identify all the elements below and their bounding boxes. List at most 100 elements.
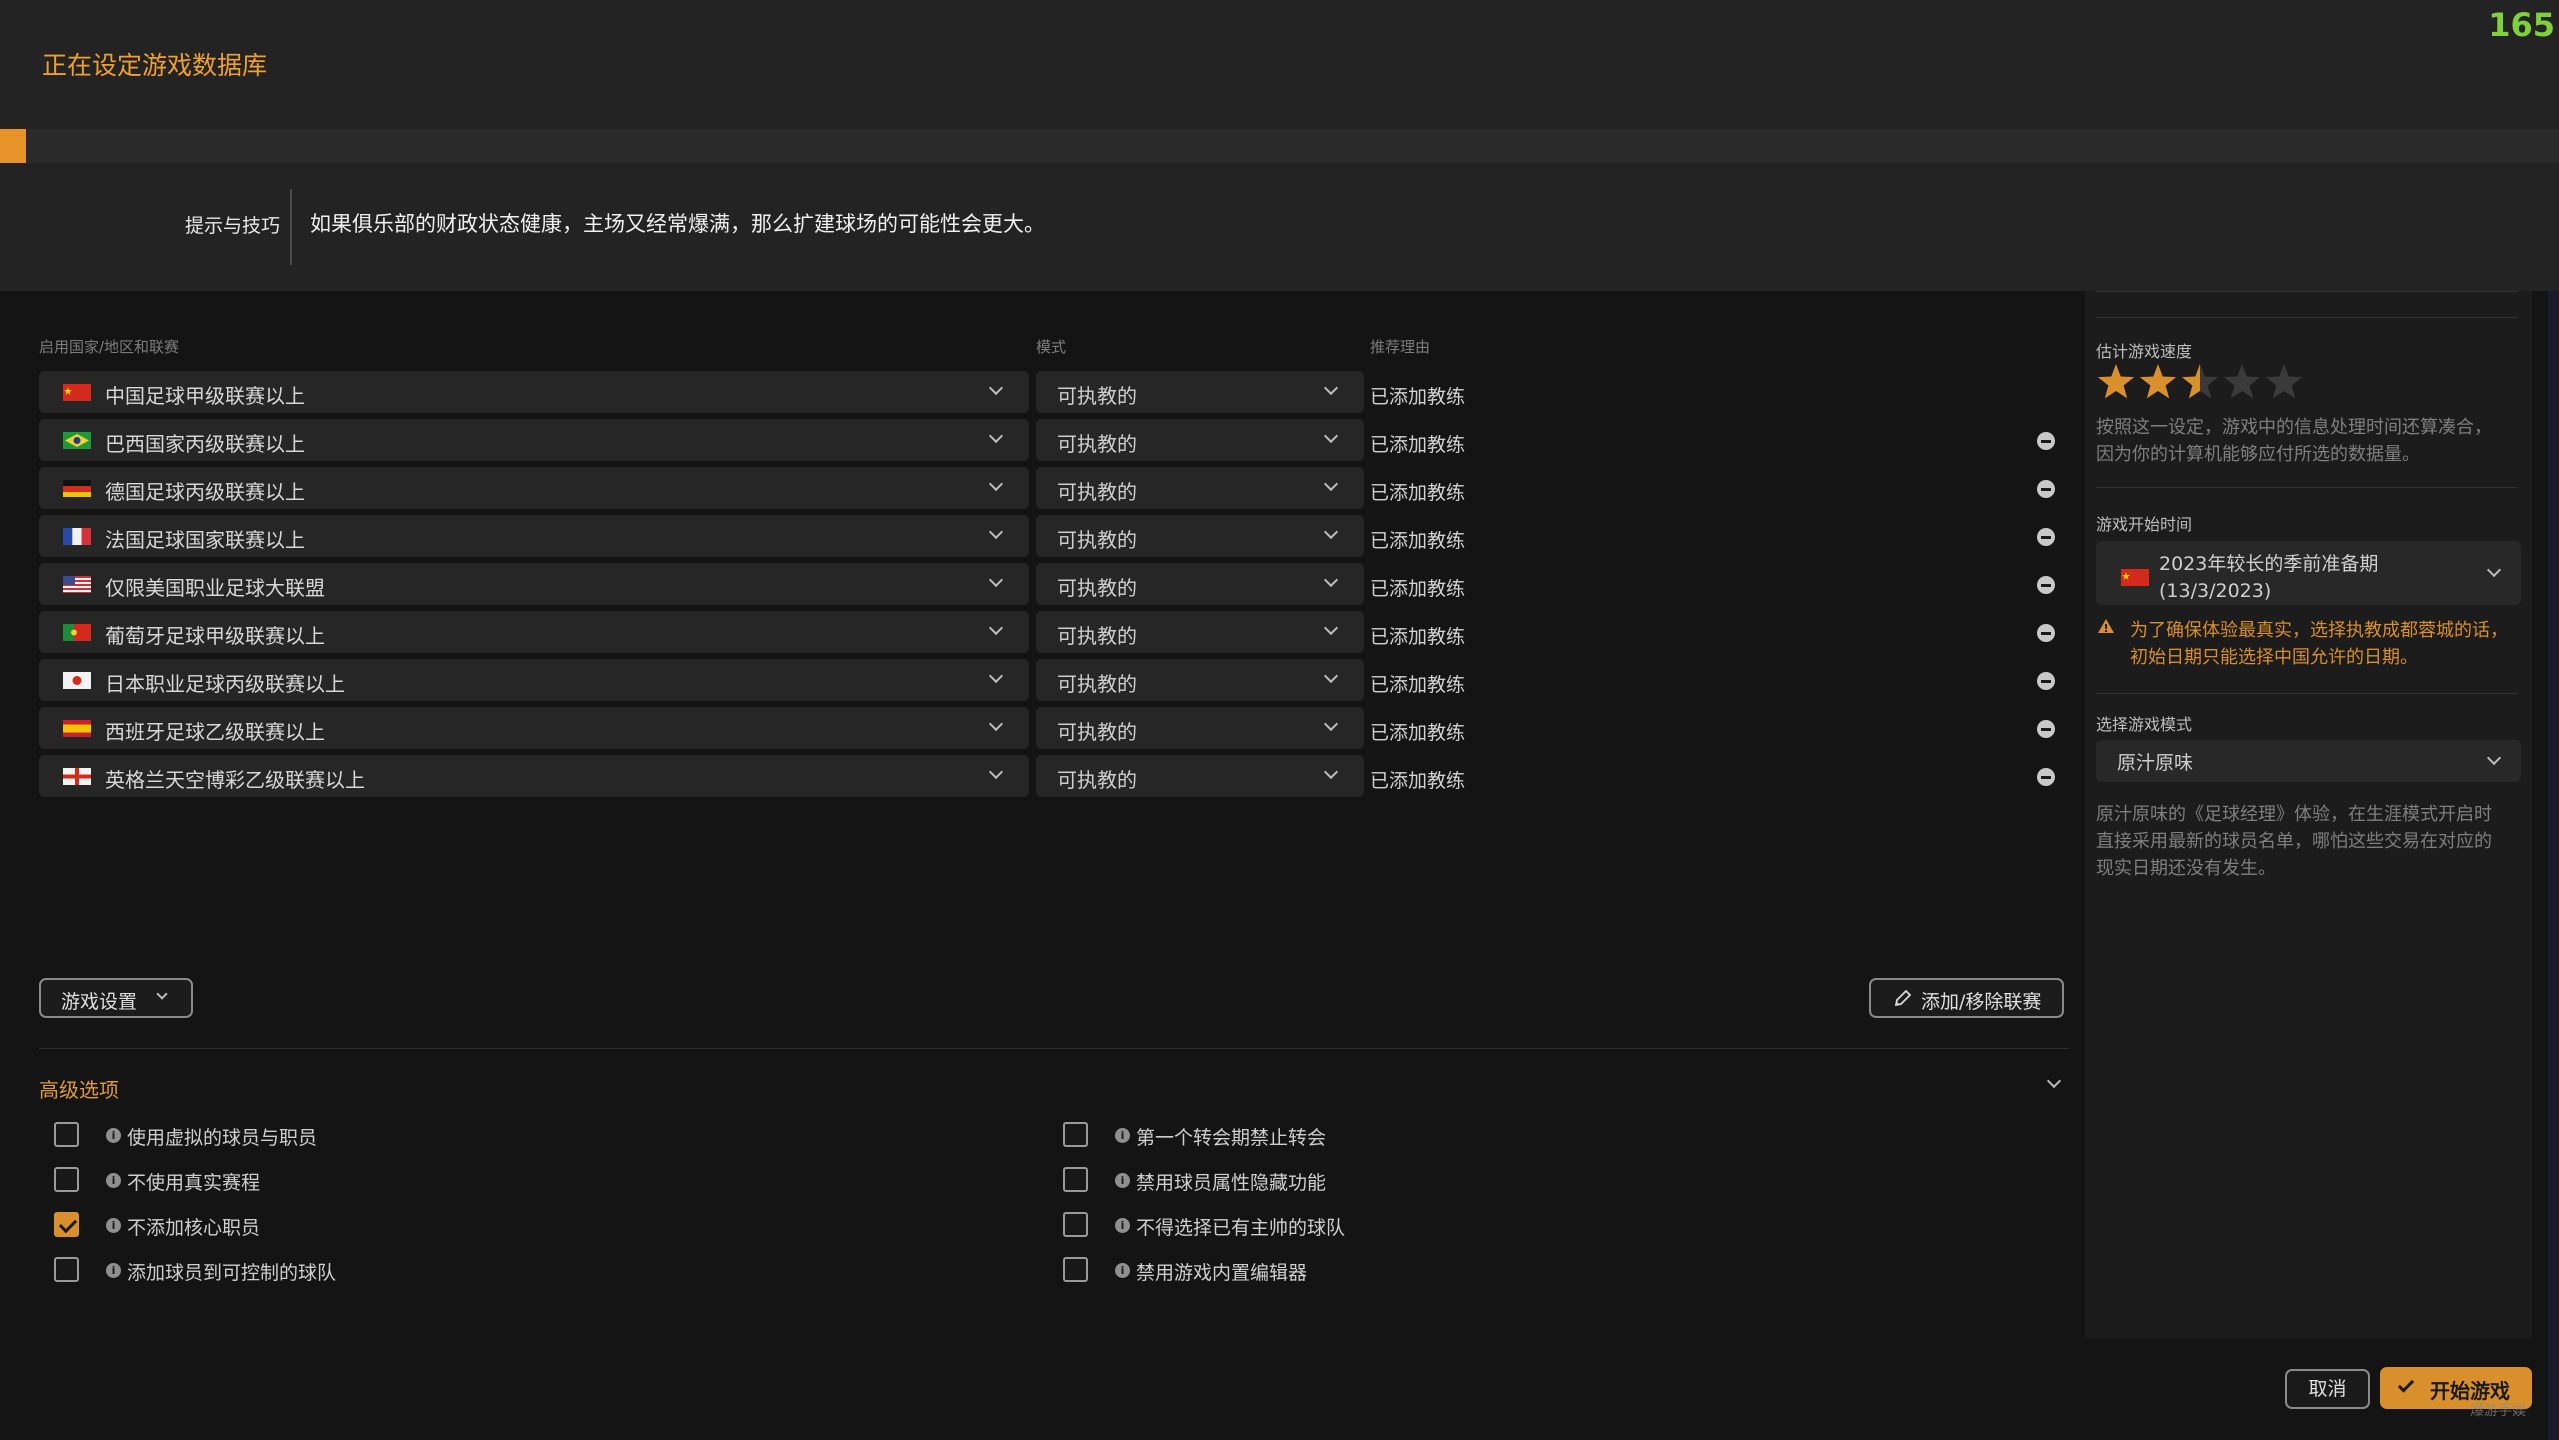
mode-select[interactable]: 可执教的 (1036, 659, 1364, 701)
league-name: 中国足球甲级联赛以上 (105, 384, 305, 408)
remove-league-icon[interactable] (2037, 480, 2055, 498)
remove-league-icon[interactable] (2037, 528, 2055, 546)
info-icon[interactable]: i (1115, 1173, 1130, 1188)
column-header-reason: 推荐理由 (1370, 338, 1431, 356)
game-settings-button[interactable]: 游戏设置 (39, 978, 193, 1018)
option-checkbox[interactable] (1063, 1212, 1088, 1237)
column-header-mode: 模式 (1036, 338, 1067, 356)
info-icon[interactable]: i (1115, 1128, 1130, 1143)
league-select[interactable]: 巴西国家丙级联赛以上 (39, 419, 1029, 461)
advanced-options-title: 高级选项 (39, 1078, 119, 1102)
germany-flag-icon (63, 480, 91, 497)
start-date-select[interactable]: 2023年较长的季前准备期 (13/3/2023) (2096, 541, 2521, 605)
game-speed-description: 按照这一设定，游戏中的信息处理时间还算凑合，因为你的计算机能够应付所选的数据量。 (2096, 417, 2492, 465)
league-row: 巴西国家丙级联赛以上 可执教的 已添加教练 (39, 419, 2069, 461)
mode-value: 可执教的 (1057, 720, 1137, 744)
mode-select[interactable]: 可执教的 (1036, 419, 1364, 461)
league-select[interactable]: 日本职业足球丙级联赛以上 (39, 659, 1029, 701)
game-settings-label: 游戏设置 (61, 991, 138, 1013)
advanced-collapse-chevron-icon[interactable] (2046, 1073, 2062, 1089)
start-date-line1: 2023年较长的季前准备期 (2159, 553, 2379, 575)
league-select[interactable]: 中国足球甲级联赛以上 (39, 371, 1029, 413)
fps-counter: 165 (2488, 6, 2555, 44)
right-panel: 估计游戏速度 按照这一设定，游戏中的信息处理时间还算凑合，因为你的计算机能够应付… (2085, 291, 2532, 1338)
checkmark-icon (2397, 1376, 2415, 1393)
league-name: 巴西国家丙级联赛以上 (105, 432, 305, 456)
option-checkbox[interactable] (54, 1122, 79, 1147)
panel-divider (2096, 291, 2517, 292)
remove-league-icon[interactable] (2037, 768, 2055, 786)
mode-select[interactable]: 可执教的 (1036, 467, 1364, 509)
remove-league-icon[interactable] (2037, 624, 2055, 642)
cancel-button[interactable]: 取消 (2285, 1369, 2370, 1409)
league-name: 德国足球丙级联赛以上 (105, 480, 305, 504)
info-icon[interactable]: i (106, 1128, 121, 1143)
mode-select[interactable]: 可执教的 (1036, 515, 1364, 557)
star-icon (2181, 364, 2219, 399)
info-icon[interactable]: i (1115, 1263, 1130, 1278)
chevron-down-icon (1323, 380, 1339, 396)
chevron-down-icon (988, 620, 1004, 636)
league-name: 英格兰天空博彩乙级联赛以上 (105, 768, 365, 792)
portugal-flag-icon (63, 624, 91, 641)
option-checkbox[interactable] (54, 1257, 79, 1282)
chevron-down-icon (988, 668, 1004, 684)
option-checkbox[interactable] (54, 1167, 79, 1192)
mode-select[interactable]: 可执教的 (1036, 371, 1364, 413)
mode-select[interactable]: 可执教的 (1036, 755, 1364, 797)
info-icon[interactable]: i (106, 1263, 121, 1278)
watermark-logo: 爆游手娱 (2470, 1403, 2526, 1419)
league-select[interactable]: 德国足球丙级联赛以上 (39, 467, 1029, 509)
game-mode-description: 原汁原味的《足球经理》体验，在生涯模式开启时直接采用最新的球员名单，哪怕这些交易… (2096, 804, 2492, 879)
league-select[interactable]: 仅限美国职业足球大联盟 (39, 563, 1029, 605)
tips-label: 提示与技巧 (185, 215, 281, 237)
game-mode-select[interactable]: 原汁原味 (2096, 740, 2521, 782)
info-icon[interactable]: i (1115, 1218, 1130, 1233)
option-checkbox[interactable] (1063, 1257, 1088, 1282)
league-select[interactable]: 英格兰天空博彩乙级联赛以上 (39, 755, 1029, 797)
chevron-down-icon (1323, 620, 1339, 636)
add-remove-league-button[interactable]: 添加/移除联赛 (1869, 978, 2064, 1018)
game-speed-label: 估计游戏速度 (2096, 342, 2193, 361)
mode-select[interactable]: 可执教的 (1036, 611, 1364, 653)
league-row: 仅限美国职业足球大联盟 可执教的 已添加教练 (39, 563, 2069, 605)
advanced-option: i 不添加核心职员 (54, 1210, 654, 1240)
info-icon[interactable]: i (106, 1218, 121, 1233)
league-select[interactable]: 西班牙足球乙级联赛以上 (39, 707, 1029, 749)
reason-text: 已添加教练 (1370, 482, 1466, 504)
advanced-option: i 添加球员到可控制的球队 (54, 1255, 654, 1285)
chevron-down-icon (988, 764, 1004, 780)
mode-value: 可执教的 (1057, 432, 1137, 456)
loading-title: 正在设定游戏数据库 (42, 51, 268, 80)
star-icon (2265, 364, 2303, 399)
option-label: 不添加核心职员 (127, 1217, 261, 1239)
chevron-down-icon (1323, 572, 1339, 588)
chevron-down-icon (1323, 764, 1339, 780)
reason-text: 已添加教练 (1370, 770, 1466, 792)
advanced-option: i 使用虚拟的球员与职员 (54, 1120, 654, 1150)
info-icon[interactable]: i (106, 1173, 121, 1188)
reason-text: 已添加教练 (1370, 578, 1466, 600)
option-checkbox[interactable] (1063, 1167, 1088, 1192)
reason-text: 已添加教练 (1370, 722, 1466, 744)
option-label: 禁用球员属性隐藏功能 (1136, 1172, 1327, 1194)
mode-value: 可执教的 (1057, 624, 1137, 648)
option-checkbox[interactable] (54, 1212, 79, 1237)
france-flag-icon (63, 528, 91, 545)
league-select[interactable]: 葡萄牙足球甲级联赛以上 (39, 611, 1029, 653)
remove-league-icon[interactable] (2037, 672, 2055, 690)
pencil-icon (1894, 989, 1912, 1007)
mode-select[interactable]: 可执教的 (1036, 707, 1364, 749)
remove-league-icon[interactable] (2037, 576, 2055, 594)
league-name: 日本职业足球丙级联赛以上 (105, 672, 345, 696)
loading-progress-bar (0, 129, 2559, 163)
remove-league-icon[interactable] (2037, 720, 2055, 738)
league-select[interactable]: 法国足球国家联赛以上 (39, 515, 1029, 557)
mode-select[interactable]: 可执教的 (1036, 563, 1364, 605)
start-date-label: 游戏开始时间 (2096, 515, 2193, 534)
remove-league-icon[interactable] (2037, 432, 2055, 450)
star-icon (2139, 364, 2177, 399)
option-checkbox[interactable] (1063, 1122, 1088, 1147)
china-flag-icon (2121, 569, 2149, 586)
spain-flag-icon (63, 720, 91, 737)
